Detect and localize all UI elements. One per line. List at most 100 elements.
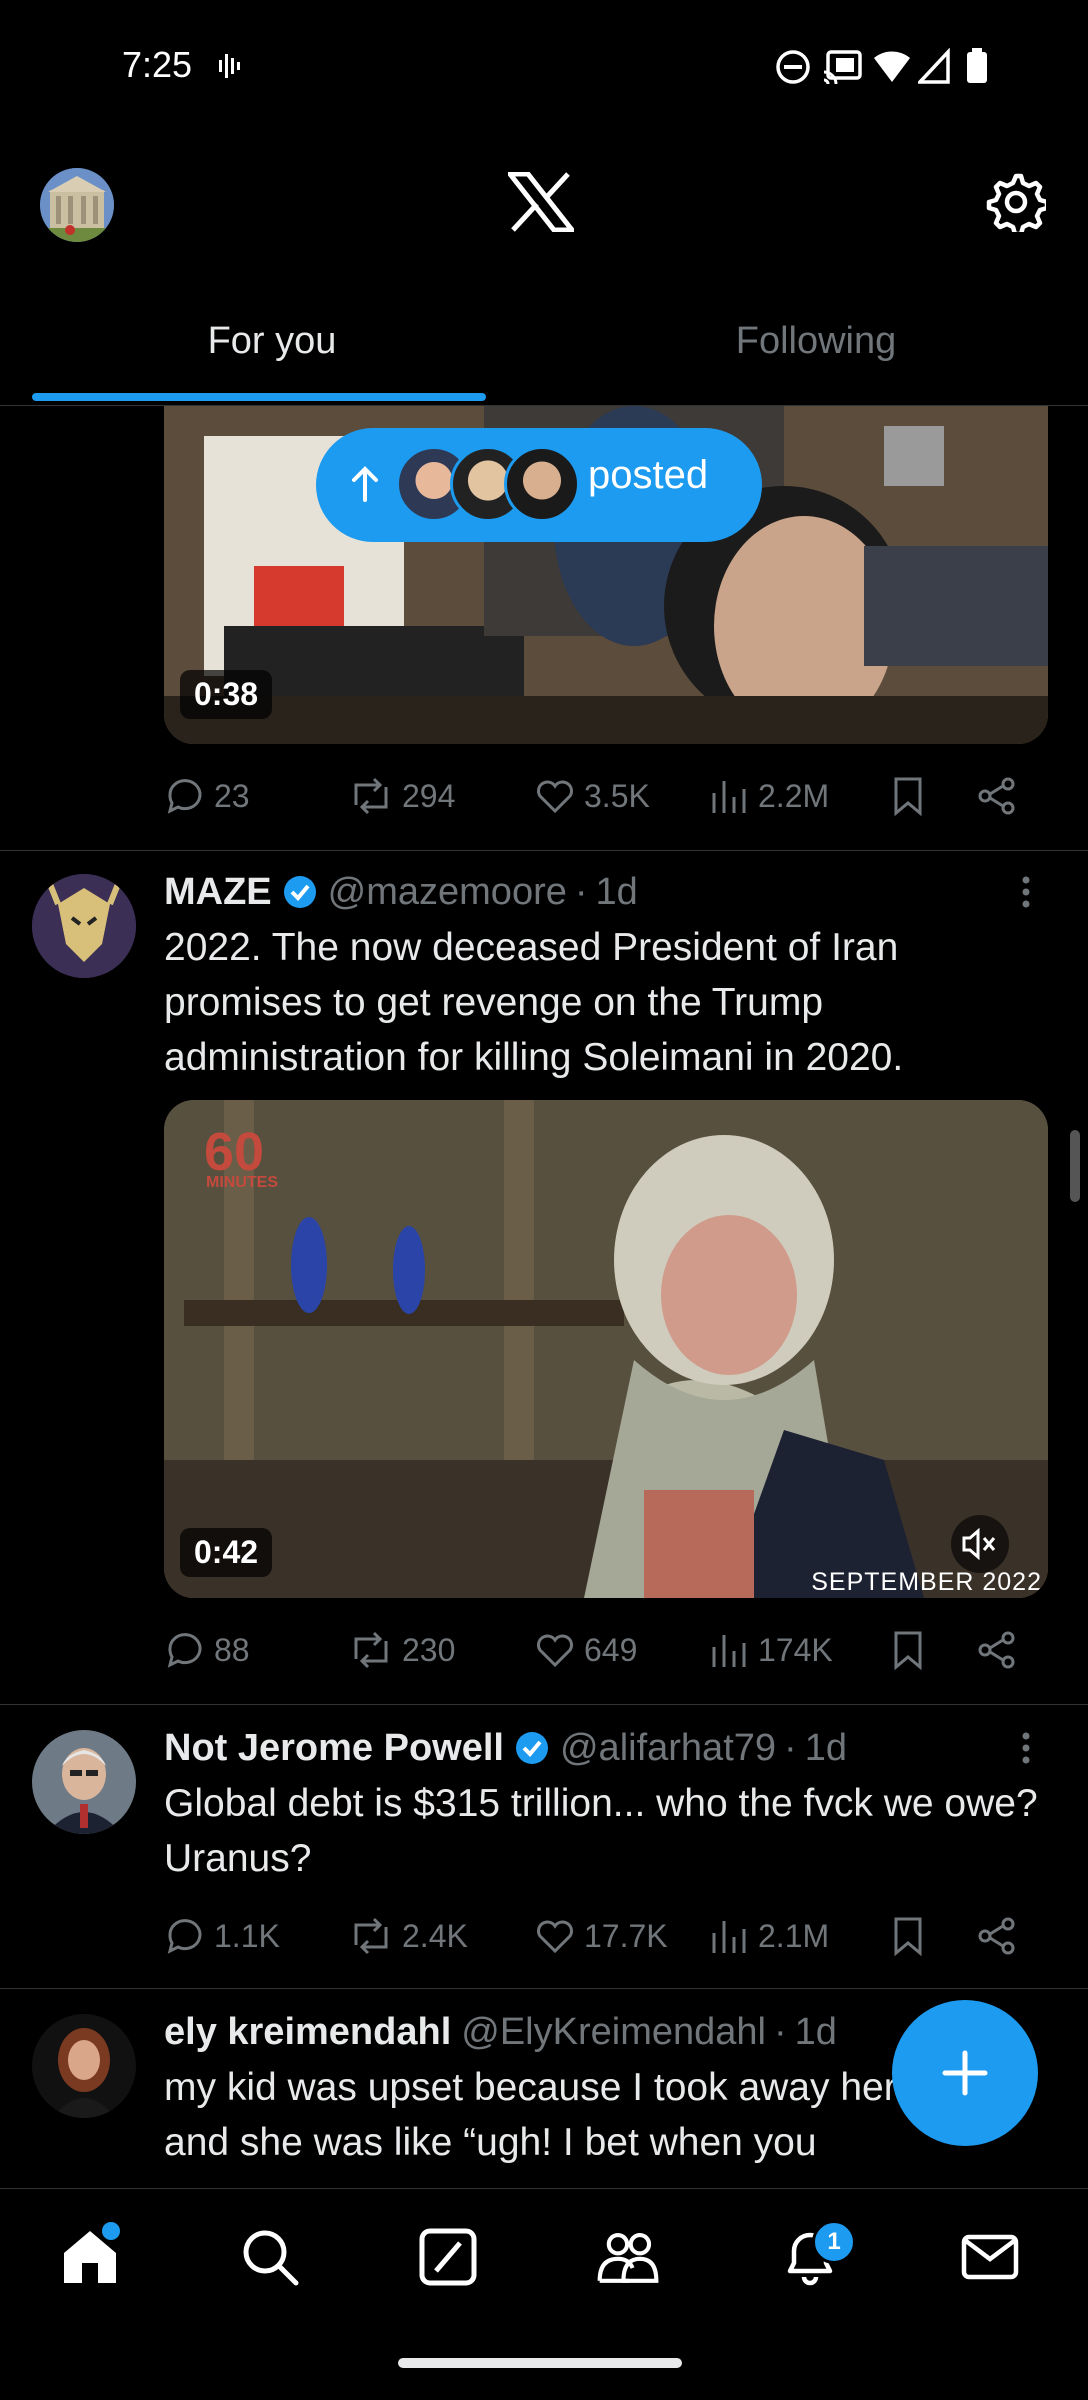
powell-avatar-image: [32, 1730, 136, 1834]
communities-icon[interactable]: [596, 2225, 660, 2289]
author-handle[interactable]: @ElyKreimendahl: [461, 2011, 766, 2054]
gesture-home-indicator[interactable]: [398, 2358, 682, 2368]
search-icon[interactable]: [238, 2225, 302, 2289]
video-date-overlay: SEPTEMBER 2022: [811, 1568, 1042, 1596]
views-icon: [712, 1921, 746, 1953]
repost-button[interactable]: 230: [348, 1620, 455, 1680]
sound-wave-icon: [219, 54, 240, 78]
arrow-up-icon: [352, 466, 378, 502]
author-name[interactable]: Not Jerome Powell: [164, 1727, 504, 1770]
dot-separator: ·: [784, 1726, 797, 1769]
tweet-avatar[interactable]: [32, 874, 136, 978]
tweet-divider: [0, 1988, 1088, 1989]
tweet-avatar[interactable]: [32, 1730, 136, 1834]
tab-for-you[interactable]: For you: [0, 295, 544, 405]
author-name[interactable]: ely kreimendahl: [164, 2011, 451, 2054]
like-button[interactable]: 3.5K: [534, 766, 650, 826]
posted-label: posted: [588, 453, 709, 497]
bottom-navigation: [0, 2188, 1088, 2329]
repost-button[interactable]: 294: [348, 766, 455, 826]
reply-count: 88: [214, 1631, 250, 1668]
reply-icon: [167, 1919, 202, 1954]
compose-button[interactable]: [892, 2000, 1038, 2146]
wifi-icon: [874, 51, 910, 82]
heart-icon: [537, 780, 573, 814]
tweet-divider: [0, 850, 1088, 851]
scrollbar[interactable]: [1070, 1130, 1080, 1202]
verified-badge-icon: [515, 1732, 548, 1764]
author-handle[interactable]: @alifarhat79: [560, 1727, 776, 1770]
share-button[interactable]: [976, 766, 1018, 826]
views-button[interactable]: 174K: [710, 1620, 833, 1680]
repost-icon: [354, 1917, 388, 1955]
profile-avatar[interactable]: [40, 168, 114, 242]
tweet-time[interactable]: 1d: [596, 871, 638, 914]
reply-button[interactable]: 23: [164, 766, 250, 826]
bookmark-button[interactable]: [890, 1906, 926, 1966]
repost-icon: [354, 1631, 388, 1669]
author-handle[interactable]: @mazemoore: [328, 871, 567, 914]
bookmark-button[interactable]: [890, 766, 926, 826]
x-logo-icon[interactable]: [508, 172, 574, 232]
tweet-header: MAZE @mazemoore · 1d: [164, 864, 638, 920]
more-options-icon[interactable]: [1016, 1730, 1036, 1770]
reply-button[interactable]: 88: [164, 1620, 250, 1680]
author-name[interactable]: MAZE: [164, 871, 272, 914]
heart-icon: [537, 1920, 573, 1954]
repost-count: 294: [402, 777, 456, 814]
view-count: 174K: [758, 1631, 833, 1668]
share-button[interactable]: [976, 1906, 1018, 1966]
share-button[interactable]: [976, 1620, 1018, 1680]
dot-separator: ·: [574, 870, 588, 913]
bookmark-button[interactable]: [890, 1620, 926, 1680]
bookmark-icon: [894, 1917, 922, 1957]
more-options-icon[interactable]: [1016, 874, 1036, 914]
reply-count: 23: [214, 777, 250, 814]
like-button[interactable]: 17.7K: [534, 1906, 668, 1966]
profile-avatar-image: [40, 168, 114, 242]
cast-icon: [823, 50, 862, 85]
active-tab-indicator: [32, 393, 486, 401]
new-posts-pill[interactable]: posted: [316, 428, 762, 542]
status-time: 7:25: [122, 44, 193, 85]
like-count: 3.5K: [584, 777, 650, 814]
sixty-minutes-logo: 60: [204, 1122, 265, 1182]
repost-count: 2.4K: [402, 1917, 468, 1954]
tweet-text: Global debt is $315 trillion... who the …: [164, 1782, 1038, 1880]
messages-icon[interactable]: [958, 2225, 1022, 2289]
grok-icon[interactable]: [416, 2225, 480, 2289]
home-unread-dot: [102, 2222, 120, 2240]
heart-icon: [537, 1634, 573, 1668]
settings-gear-icon[interactable]: [986, 172, 1046, 232]
tab-following[interactable]: Following: [544, 295, 1088, 405]
reply-button[interactable]: 1.1K: [164, 1906, 280, 1966]
video-duration: 0:38: [180, 670, 273, 719]
verified-badge-icon: [283, 876, 316, 908]
timeline-tabs: For you Following: [0, 295, 1088, 406]
mute-icon[interactable]: [950, 1514, 1010, 1574]
dot-separator: ·: [773, 2010, 787, 2053]
plus-icon: [942, 2050, 988, 2096]
status-bar: 7:25: [0, 0, 1088, 135]
reply-count: 1.1K: [214, 1917, 280, 1954]
tweet-divider: [0, 1704, 1088, 1705]
repost-count: 230: [402, 1631, 456, 1668]
views-icon: [712, 1635, 746, 1667]
share-icon: [978, 1631, 1015, 1669]
views-button[interactable]: 2.1M: [710, 1906, 829, 1966]
tweet-avatar[interactable]: [32, 2014, 136, 2118]
repost-button[interactable]: 2.4K: [348, 1906, 468, 1966]
video-duration: 0:42: [180, 1528, 273, 1577]
like-button[interactable]: 649: [534, 1620, 637, 1680]
share-icon: [978, 777, 1015, 815]
tweet-time[interactable]: 1d: [795, 2011, 837, 2054]
video-frame: [164, 1100, 1048, 1598]
tweet-video-thumbnail[interactable]: 60 MINUTES 0:42 SEPTEMBER 2022: [164, 1100, 1048, 1598]
share-icon: [978, 1917, 1015, 1955]
repost-icon: [354, 777, 388, 815]
views-button[interactable]: 2.2M: [710, 766, 829, 826]
tweet-time[interactable]: 1d: [805, 1727, 847, 1770]
bookmark-icon: [894, 1631, 922, 1671]
view-count: 2.1M: [758, 1917, 830, 1954]
like-count: 17.7K: [584, 1917, 668, 1954]
